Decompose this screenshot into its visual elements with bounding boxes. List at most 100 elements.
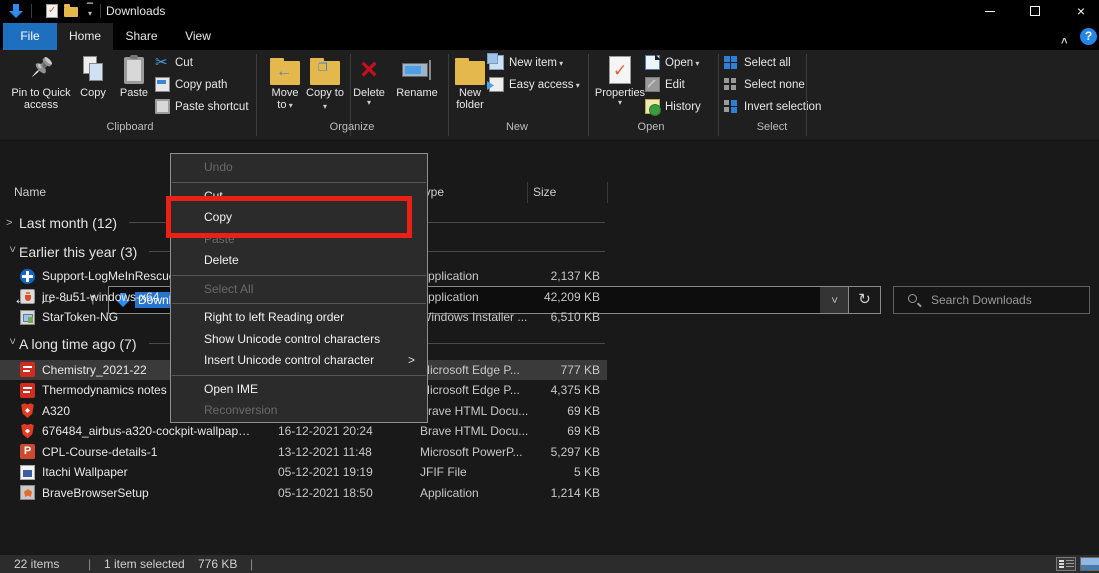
new-folder-quick-icon[interactable] <box>64 7 78 17</box>
menu-item-select-all: Select All <box>171 279 427 301</box>
select-none-label: Select none <box>744 79 805 91</box>
menu-item-delete[interactable]: Delete <box>171 250 427 272</box>
pin-to-quick-access-button[interactable]: Pin to Quick access <box>10 53 72 119</box>
context-menu: UndoCutCopyPasteDeleteSelect AllRight to… <box>170 153 428 423</box>
copy-path-label: Copy path <box>175 79 227 91</box>
file-list: >Last month (12)>Earlier this year (3)Su… <box>0 208 1099 503</box>
brave-file-icon <box>20 403 35 418</box>
select-all-button[interactable]: Select all <box>724 52 791 73</box>
file-row[interactable]: CPL-Course-details-113-12-2021 11:48Micr… <box>0 442 1099 463</box>
java-file-icon <box>20 289 35 304</box>
column-header-name[interactable]: Name <box>14 185 46 199</box>
file-row[interactable]: StarToken-NGWindows Installer ...6,510 K… <box>0 307 1099 328</box>
menu-item-insert-unicode-control-character[interactable]: Insert Unicode control character> <box>171 350 427 372</box>
delete-button[interactable]: × Delete <box>347 53 391 119</box>
items-count: 22 items <box>14 557 59 571</box>
details-view-button[interactable] <box>1056 557 1076 571</box>
status-bar: 22 items 1 item selected 776 KB <box>0 555 1099 573</box>
copy-to-icon: ❐ <box>310 61 340 85</box>
file-row[interactable]: 676484_airbus-a320-cockpit-wallpapers_gt… <box>0 421 1099 442</box>
selection-count: 1 item selected <box>104 557 185 571</box>
file-explorer-window: Downloads × File Home Share View ? Pin t… <box>0 0 1099 573</box>
logmein-file-icon <box>20 269 35 284</box>
delete-label: Delete <box>347 87 391 106</box>
file-type: Application <box>420 269 479 283</box>
tab-home[interactable]: Home <box>57 23 113 50</box>
file-size: 1,214 KB <box>500 486 600 500</box>
menu-separator <box>172 182 426 183</box>
chevron-down-icon[interactable]: > <box>6 338 18 350</box>
thumbnail-view-button[interactable] <box>1080 557 1099 571</box>
open-label: Open <box>665 57 699 69</box>
menu-item-right-to-left-reading-order[interactable]: Right to left Reading order <box>171 307 427 329</box>
file-row[interactable]: Thermodynamics notesMicrosoft Edge P...4… <box>0 380 1099 401</box>
select-none-button[interactable]: Select none <box>724 74 805 95</box>
file-row[interactable]: BraveBrowserSetup05-12-2021 18:50Applica… <box>0 483 1099 504</box>
cut-button[interactable]: Cut <box>155 52 193 73</box>
open-button[interactable]: Open <box>645 52 699 73</box>
chevron-right-icon[interactable]: > <box>6 217 18 229</box>
collapse-ribbon-icon[interactable] <box>1057 30 1073 44</box>
minimize-button[interactable] <box>973 0 1007 23</box>
file-row[interactable]: A320Brave HTML Docu...69 KB <box>0 401 1099 422</box>
history-button[interactable]: History <box>645 96 701 117</box>
file-size: 69 KB <box>500 424 600 438</box>
column-separator[interactable] <box>607 182 608 203</box>
file-name: StarToken-NG <box>42 310 118 324</box>
close-button[interactable]: × <box>1064 0 1098 23</box>
copy-button[interactable]: Copy <box>74 53 112 119</box>
easy-access-label: Easy access <box>509 79 580 91</box>
menu-item-undo: Undo <box>171 157 427 179</box>
paste-button[interactable]: Paste <box>114 53 154 119</box>
tab-share[interactable]: Share <box>113 23 170 50</box>
pdf-file-icon <box>20 383 35 398</box>
copy-path-button[interactable]: Copy path <box>155 74 227 95</box>
file-date-modified: 13-12-2021 11:48 <box>278 445 372 459</box>
file-date-modified: 05-12-2021 18:50 <box>278 486 373 500</box>
menu-separator <box>172 375 426 376</box>
new-item-button[interactable]: New item <box>489 52 563 73</box>
menu-item-open-ime[interactable]: Open IME <box>171 379 427 401</box>
open-group-label: Open <box>581 121 721 133</box>
pin-label: Pin to Quick access <box>10 87 72 111</box>
file-row[interactable]: Itachi Wallpaper05-12-2021 19:19JFIF Fil… <box>0 462 1099 483</box>
easy-access-button[interactable]: Easy access <box>489 74 580 95</box>
menu-item-show-unicode-control-characters[interactable]: Show Unicode control characters <box>171 329 427 351</box>
properties-label: Properties <box>592 87 648 106</box>
group-label: Earlier this year (3) <box>19 244 137 260</box>
paste-shortcut-button[interactable]: Paste shortcut <box>155 96 249 117</box>
column-header-size[interactable]: Size <box>533 185 556 199</box>
select-group-label: Select <box>702 121 842 133</box>
invert-selection-icon <box>724 99 739 114</box>
chevron-down-icon[interactable]: > <box>6 246 18 258</box>
properties-icon <box>609 56 631 84</box>
file-size: 777 KB <box>500 363 600 377</box>
status-separator <box>88 557 91 571</box>
properties-button[interactable]: Properties <box>592 53 648 119</box>
properties-check-icon[interactable] <box>46 4 58 18</box>
tab-view[interactable]: View <box>170 23 226 50</box>
titlebar-separator <box>31 4 32 18</box>
copy-to-label: Copy to <box>306 87 344 113</box>
new-folder-label: New folder <box>448 87 492 111</box>
move-to-button[interactable]: ← Move to <box>266 53 304 119</box>
rename-label: Rename <box>393 87 441 99</box>
ribbon-separator <box>806 54 807 136</box>
new-item-label: New item <box>509 57 563 69</box>
customize-toolbar-dropdown-icon[interactable] <box>84 5 96 17</box>
edit-icon <box>645 77 660 92</box>
file-row[interactable]: jre-8u51-windows-x64Application42,209 KB <box>0 287 1099 308</box>
tab-file[interactable]: File <box>3 23 57 50</box>
file-name: Support-LogMeInRescue <box>42 269 175 283</box>
help-icon[interactable]: ? <box>1080 28 1097 45</box>
edit-button[interactable]: Edit <box>645 74 685 95</box>
rename-button[interactable]: Rename <box>393 53 441 119</box>
maximize-button[interactable] <box>1018 0 1052 23</box>
file-size: 69 KB <box>500 404 600 418</box>
titlebar-separator <box>100 4 101 18</box>
menu-separator <box>172 303 426 304</box>
column-separator[interactable] <box>527 182 528 203</box>
new-folder-button[interactable]: New folder <box>448 53 492 119</box>
file-row[interactable]: Support-LogMeInRescueApplication2,137 KB <box>0 266 1099 287</box>
copy-to-button[interactable]: ❐ Copy to <box>306 53 344 119</box>
